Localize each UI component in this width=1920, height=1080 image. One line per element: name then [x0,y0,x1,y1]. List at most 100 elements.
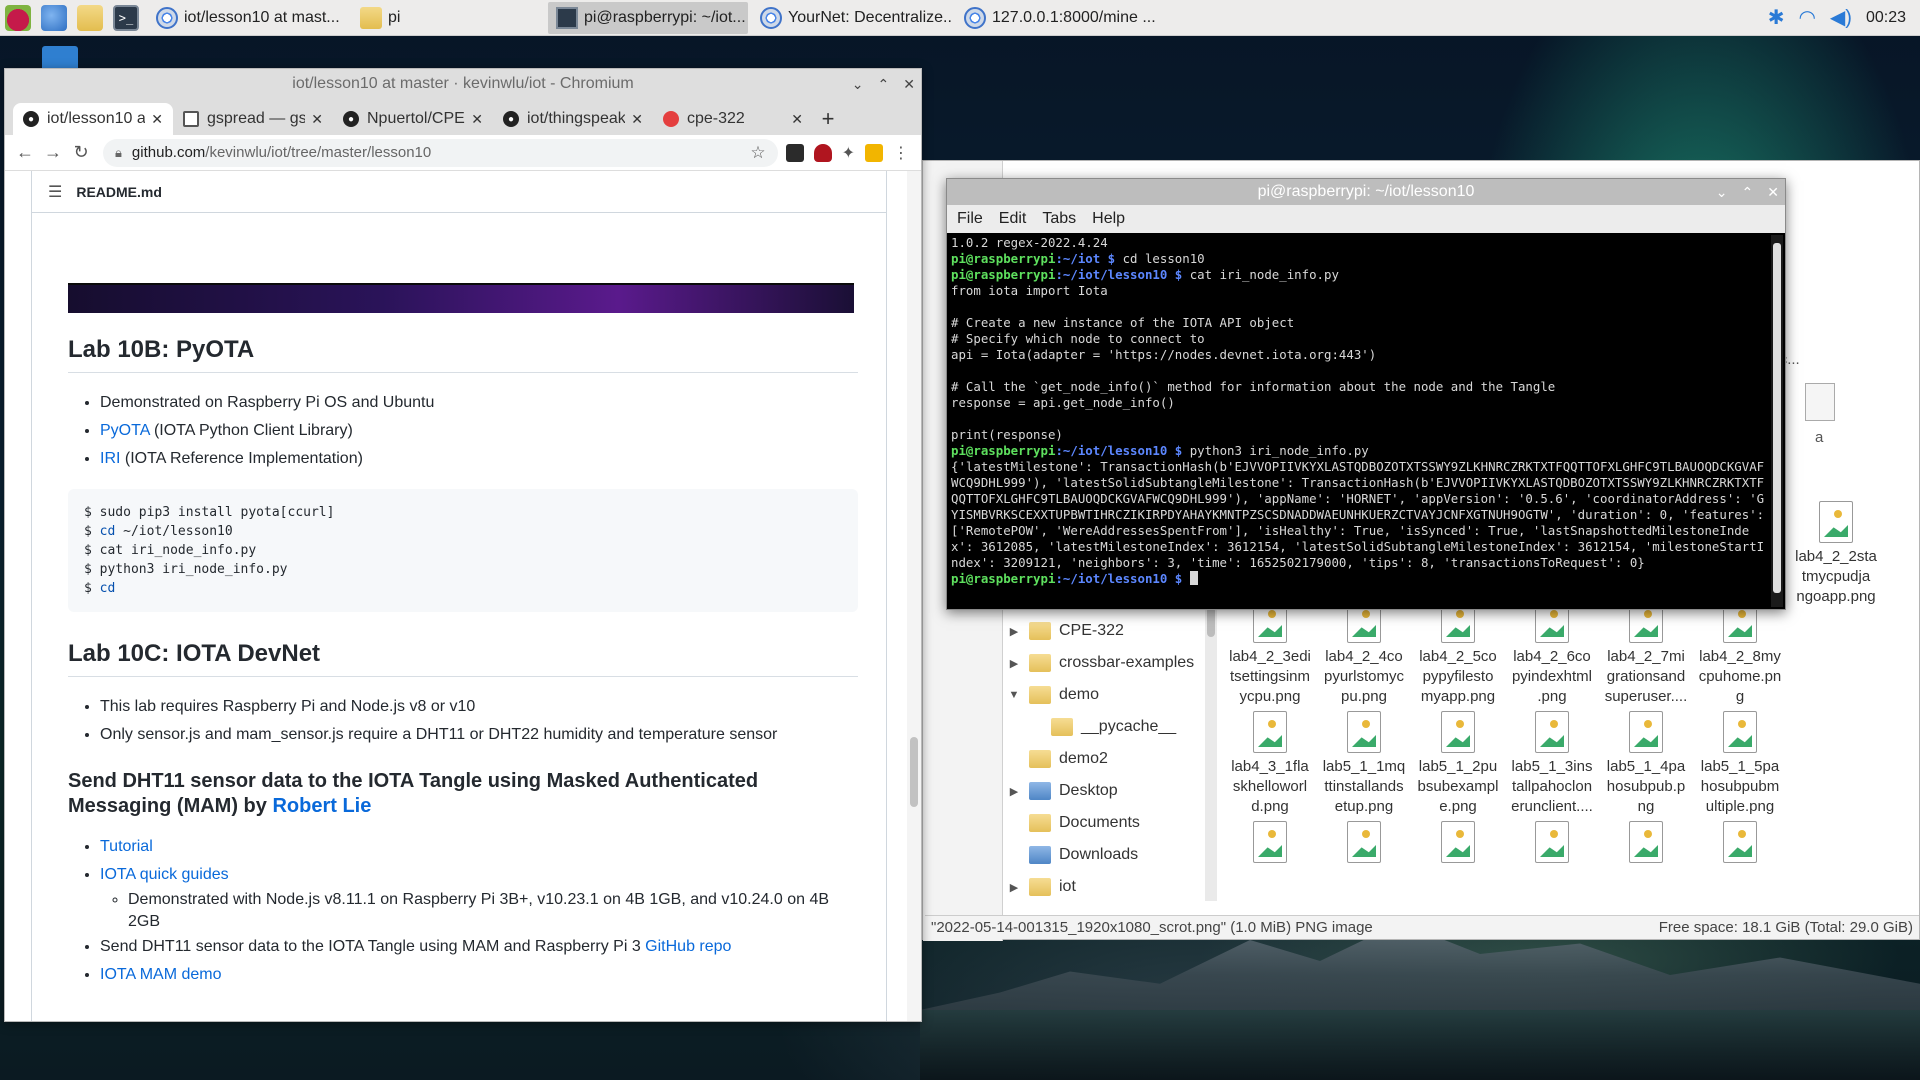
taskbar-item-terminal[interactable]: pi@raspberrypi: ~/iot... [548,1,748,34]
wifi-icon[interactable]: ◠ [1798,8,1815,28]
tab-lesson10[interactable]: ● iot/lesson10 a ✕ [13,103,173,135]
file-item[interactable] [1317,821,1411,867]
file-item[interactable]: lab4_2_4co pyurlstomyc pu.png [1317,601,1411,707]
file-item[interactable]: lab5_1_2pu bsubexampl e.png [1411,711,1505,817]
tree-item[interactable]: ▶ CPE-322 [1005,615,1205,647]
bluetooth-icon[interactable]: ✱ [1768,8,1785,28]
minimize-icon[interactable]: ⌄ [1716,184,1728,201]
forward-arrow-icon[interactable]: → [39,142,67,163]
browser-titlebar[interactable]: iot/lesson10 at master · kevinwlu/iot - … [5,69,921,99]
tree-item[interactable]: ▶ iot [1005,871,1205,903]
tree-item[interactable]: Documents [1005,807,1205,839]
expander-icon[interactable]: ▶ [1005,881,1023,894]
menu-help[interactable]: Help [1092,210,1125,228]
bookmark-star-icon[interactable]: ☆ [750,143,765,163]
folder-tree-scrollbar[interactable] [1205,601,1217,901]
close-tab-icon[interactable]: ✕ [311,111,323,128]
raspberry-menu-button[interactable] [0,0,36,36]
volume-icon[interactable]: ◀) [1830,8,1852,28]
github-repo-link[interactable]: GitHub repo [645,938,731,955]
menu-edit[interactable]: Edit [999,210,1027,228]
trash-desktop-icon[interactable] [42,46,78,70]
file-item[interactable]: lab4_2_6co pyindexhtml .png [1505,601,1599,707]
tutorial-link[interactable]: Tutorial [100,838,153,855]
file-item[interactable]: lab4_2_5co pypyfilesto myapp.png [1411,601,1505,707]
expander-icon[interactable]: ▶ [1005,657,1023,670]
tab-npuertol[interactable]: ● Npuertol/CPE ✕ [333,103,493,135]
taskbar-item-folder[interactable]: pi [352,2,544,34]
terminal-titlebar[interactable]: pi@raspberrypi: ~/iot/lesson10 ⌄ ⌃ ✕ [947,179,1785,205]
close-icon[interactable]: ✕ [1767,184,1779,201]
mam-demo-link[interactable]: IOTA MAM demo [100,966,222,983]
terminal-launcher[interactable]: >_ [108,0,144,36]
file-item[interactable] [1505,821,1599,867]
quick-guides-link[interactable]: IOTA quick guides [100,866,229,883]
file-item[interactable]: lab5_1_4pa hosubpub.p ng [1599,711,1693,817]
iri-link[interactable]: IRI [100,450,120,467]
tree-item[interactable]: ▶ Desktop [1005,775,1205,807]
code-block[interactable]: $ sudo pip3 install pyota[ccurl] $ cd ~/… [68,489,858,612]
file-item[interactable] [1599,821,1693,867]
expander-icon[interactable]: ▶ [1005,785,1023,798]
tab-cpe322[interactable]: cpe-322 ✕ [653,103,813,135]
tab-gspread[interactable]: gspread — gs ✕ [173,103,333,135]
terminal-output[interactable]: 1.0.2 regex-2022.4.24 pi@raspberrypi:~/io… [949,235,1771,607]
expander-open-icon[interactable]: ▼ [1005,689,1023,701]
more-vert-icon[interactable]: ⋮ [893,143,909,163]
maximize-icon[interactable]: ⌃ [878,76,890,93]
tree-item[interactable]: Downloads [1005,839,1205,871]
expander-icon[interactable]: ▶ [1005,625,1023,638]
tree-item[interactable]: __pycache__ [1005,711,1205,743]
tree-item[interactable]: ▶ crossbar-examples [1005,647,1205,679]
close-tab-icon[interactable]: ✕ [631,111,643,128]
file-item[interactable]: lab5_1_3ins tallpahoclon erunclient.... [1505,711,1599,817]
page-scrollbar[interactable] [907,171,921,1021]
file-item-partial[interactable]: lab4_2_2sta tmycpudja ngoapp.png [1789,501,1883,607]
file-item[interactable] [1411,821,1505,867]
file-name-a[interactable]: a [1815,429,1823,446]
maximize-icon[interactable]: ⌃ [1742,184,1754,201]
file-item[interactable]: lab5_1_1mq ttinstallands etup.png [1317,711,1411,817]
address-bar[interactable]: 🔒︎ github.com/kevinwlu/iot/tree/master/l… [103,138,778,167]
close-tab-icon[interactable]: ✕ [471,111,483,128]
file-name: lab4_2_7mi grationsand superuser.... [1604,648,1688,705]
file-thumbnail-partial[interactable] [1805,383,1835,421]
close-tab-icon[interactable]: ✕ [151,111,163,128]
extension-icon[interactable] [785,143,804,162]
reload-icon[interactable]: ↻ [67,142,95,163]
scrollbar-thumb[interactable] [1207,607,1215,637]
list-toc-icon[interactable]: ☰ [48,182,62,202]
pyota-link[interactable]: PyOTA [100,422,150,439]
minimize-icon[interactable]: ⌄ [852,76,864,93]
clock[interactable]: 00:23 [1866,9,1906,27]
file-item[interactable]: lab5_1_5pa hosubpubm ultiple.png [1693,711,1787,817]
terminal-scrollbar[interactable] [1771,235,1783,607]
tree-item[interactable]: ▼ demo [1005,679,1205,711]
scrollbar-thumb[interactable] [910,737,918,807]
scrollbar-thumb[interactable] [1773,243,1781,593]
taskbar-item-localhost[interactable]: 127.0.0.1:8000/mine ... [956,2,1156,34]
profile-icon[interactable] [865,143,883,162]
web-browser-launcher[interactable] [36,0,72,36]
file-item[interactable]: lab4_2_8my cpuhome.pn g [1693,601,1787,707]
close-tab-icon[interactable]: ✕ [791,111,803,128]
taskbar-item-yournet[interactable]: YourNet: Decentralize... [752,2,952,34]
puzzle-icon[interactable]: ✦ [842,143,855,163]
file-item[interactable]: lab4_3_1fla skhelloworl d.png [1223,711,1317,817]
close-icon[interactable]: ✕ [903,76,915,93]
new-tab-button[interactable]: + [813,103,843,135]
robert-lie-link[interactable]: Robert Lie [272,795,371,817]
tab-thingspeak[interactable]: ● iot/thingspeak ✕ [493,103,653,135]
lock-icon[interactable]: 🔒︎ [115,145,122,161]
file-item[interactable]: lab4_2_7mi grationsand superuser.... [1599,601,1693,707]
taskbar-item-browser[interactable]: iot/lesson10 at mast... [148,2,348,34]
back-arrow-icon[interactable]: ← [11,142,39,163]
file-item[interactable] [1223,821,1317,867]
shield-extension-icon[interactable] [813,143,832,162]
menu-tabs[interactable]: Tabs [1042,210,1076,228]
file-item[interactable] [1693,821,1787,867]
menu-file[interactable]: File [957,210,983,228]
tree-item[interactable]: demo2 [1005,743,1205,775]
file-manager-launcher[interactable] [72,0,108,36]
file-item[interactable]: lab4_2_3edi tsettingsinm ycpu.png [1223,601,1317,707]
